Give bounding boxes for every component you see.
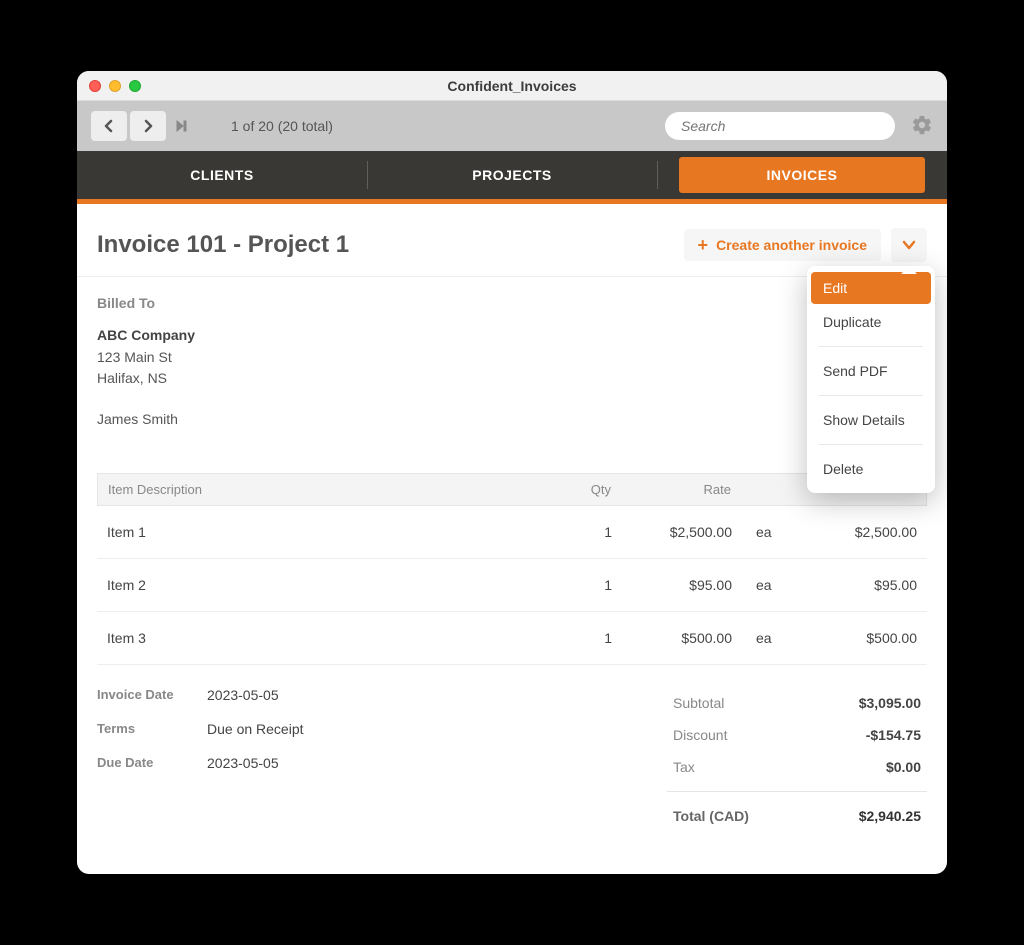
menu-separator xyxy=(819,395,923,396)
items-table: Item Description Qty Rate Item 1 1 $2,50… xyxy=(97,473,927,665)
invoice-meta: Invoice Date 2023-05-05 Terms Due on Rec… xyxy=(97,687,667,832)
discount-value: -$154.75 xyxy=(866,727,921,743)
col-rate: Rate xyxy=(611,482,731,497)
discount-label: Discount xyxy=(673,727,727,743)
invoice-footer: Invoice Date 2023-05-05 Terms Due on Rec… xyxy=(97,665,927,832)
chevron-left-icon xyxy=(104,119,114,133)
gear-icon xyxy=(911,114,933,136)
tab-clients[interactable]: CLIENTS xyxy=(77,151,367,199)
total-value: $2,940.25 xyxy=(859,808,921,824)
search-input[interactable] xyxy=(665,112,895,140)
tax-value: $0.00 xyxy=(886,759,921,775)
menu-item-send-pdf[interactable]: Send PDF xyxy=(807,353,935,389)
terms-value: Due on Receipt xyxy=(207,721,304,737)
total-label: Total (CAD) xyxy=(673,808,749,824)
menu-item-edit[interactable]: Edit xyxy=(811,272,931,304)
item-unit: ea xyxy=(732,577,797,593)
item-qty: 1 xyxy=(542,630,612,646)
col-description: Item Description xyxy=(108,482,541,497)
billed-city: Halifax, NS xyxy=(97,368,927,389)
create-invoice-label: Create another invoice xyxy=(716,237,867,253)
billed-contact: James Smith xyxy=(97,411,927,427)
invoice-totals: Subtotal $3,095.00 Discount -$154.75 Tax… xyxy=(667,687,927,832)
tax-label: Tax xyxy=(673,759,695,775)
menu-item-show-details[interactable]: Show Details xyxy=(807,402,935,438)
billed-to-label: Billed To xyxy=(97,295,927,311)
menu-item-duplicate[interactable]: Duplicate xyxy=(807,304,935,340)
item-row: Item 2 1 $95.00 ea $95.00 xyxy=(97,559,927,612)
totals-separator xyxy=(667,791,927,792)
chevron-right-icon xyxy=(143,119,153,133)
tab-invoices[interactable]: INVOICES xyxy=(679,157,925,193)
toolbar: 1 of 20 (20 total) xyxy=(77,101,947,151)
subtotal-label: Subtotal xyxy=(673,695,724,711)
titlebar: Confident_Invoices xyxy=(77,71,947,101)
invoice-date-label: Invoice Date xyxy=(97,687,207,703)
item-rate: $2,500.00 xyxy=(612,524,732,540)
tab-bar: CLIENTS PROJECTS INVOICES xyxy=(77,151,947,199)
item-rate: $95.00 xyxy=(612,577,732,593)
item-rate: $500.00 xyxy=(612,630,732,646)
last-record-button[interactable] xyxy=(169,111,195,141)
tab-projects[interactable]: PROJECTS xyxy=(367,151,657,199)
item-qty: 1 xyxy=(542,577,612,593)
item-desc: Item 3 xyxy=(107,630,542,646)
menu-item-delete[interactable]: Delete xyxy=(807,451,935,487)
app-window: Confident_Invoices 1 of 20 (20 total) CL… xyxy=(77,71,947,874)
last-icon xyxy=(176,120,188,132)
item-desc: Item 2 xyxy=(107,577,542,593)
due-date-label: Due Date xyxy=(97,755,207,771)
menu-separator xyxy=(819,444,923,445)
billed-street: 123 Main St xyxy=(97,347,927,368)
actions-menu: Edit Duplicate Send PDF Show Details Del… xyxy=(807,266,935,493)
item-unit: ea xyxy=(732,630,797,646)
item-total: $500.00 xyxy=(797,630,917,646)
window-title: Confident_Invoices xyxy=(77,78,947,94)
due-date-value: 2023-05-05 xyxy=(207,755,279,771)
record-counter: 1 of 20 (20 total) xyxy=(231,118,333,134)
items-header: Item Description Qty Rate xyxy=(97,473,927,506)
col-unit xyxy=(731,482,796,497)
settings-button[interactable] xyxy=(911,114,933,139)
menu-separator xyxy=(819,346,923,347)
item-total: $2,500.00 xyxy=(797,524,917,540)
billed-company: ABC Company xyxy=(97,327,927,343)
terms-label: Terms xyxy=(97,721,207,737)
item-row: Item 3 1 $500.00 ea $500.00 xyxy=(97,612,927,665)
col-qty: Qty xyxy=(541,482,611,497)
chevron-down-icon xyxy=(902,240,916,250)
item-qty: 1 xyxy=(542,524,612,540)
page-header: Invoice 101 - Project 1 + Create another… xyxy=(77,204,947,276)
create-invoice-button[interactable]: + Create another invoice xyxy=(684,229,881,261)
subtotal-value: $3,095.00 xyxy=(859,695,921,711)
actions-dropdown-toggle[interactable] xyxy=(891,228,927,262)
next-record-button[interactable] xyxy=(130,111,166,141)
prev-record-button[interactable] xyxy=(91,111,127,141)
invoice-date-value: 2023-05-05 xyxy=(207,687,279,703)
item-row: Item 1 1 $2,500.00 ea $2,500.00 xyxy=(97,506,927,559)
item-unit: ea xyxy=(732,524,797,540)
page-title: Invoice 101 - Project 1 xyxy=(97,231,684,259)
item-desc: Item 1 xyxy=(107,524,542,540)
item-total: $95.00 xyxy=(797,577,917,593)
